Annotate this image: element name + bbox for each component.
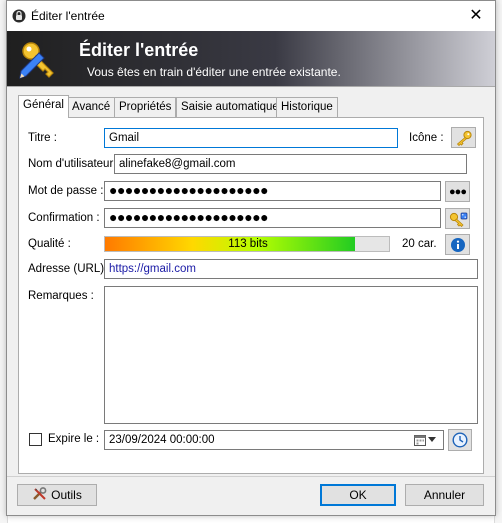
tab-properties[interactable]: Propriétés [114,97,177,117]
key-icon [456,130,472,146]
header-banner: Éditer l'entrée Vous êtes en train d'édi… [7,31,495,87]
quality-info-button[interactable] [445,234,470,255]
info-icon [450,237,465,252]
title-bar[interactable]: Éditer l'entrée ✕ [7,1,495,31]
expiry-presets-button[interactable] [448,429,472,451]
reveal-password-button[interactable]: ●●● [445,181,470,202]
password-input[interactable]: ●●●●●●●●●●●●●●●●●●●● [104,181,441,201]
quality-bits-text: 113 bits [228,238,268,250]
expire-label: Expire le : [48,433,100,445]
chevron-down-icon [428,437,436,442]
username-label: Nom d'utilisateur : [28,158,120,170]
url-label: Adresse (URL) : [28,263,111,275]
tools-button[interactable]: Outils [17,484,97,506]
tab-general[interactable]: Général [18,95,69,118]
tab-history[interactable]: Historique [276,97,338,117]
url-input[interactable]: https://gmail.com [104,259,478,279]
calendar-icon [414,435,426,446]
cancel-button[interactable]: Annuler [405,484,484,506]
key-pencil-icon [19,42,54,79]
title-label: Titre : [28,132,57,144]
button-bar-separator [7,476,495,477]
notes-textarea[interactable] [104,286,478,424]
title-input[interactable]: Gmail [104,128,398,148]
quality-bar: 113 bits [104,236,390,252]
username-input[interactable]: alinefake8@gmail.com [114,154,467,174]
password-generator-button[interactable] [445,208,470,229]
expire-checkbox[interactable] [29,433,42,446]
banner-title: Éditer l'entrée [79,40,199,60]
clock-icon [452,432,468,448]
window-title: Éditer l'entrée [31,9,105,23]
confirm-label: Confirmation : [28,212,100,224]
lock-icon [12,9,26,23]
quality-label: Qualité : [28,238,71,250]
tab-advanced[interactable]: Avancé [67,97,116,117]
character-count: 20 car. [402,238,437,250]
expire-date-input[interactable]: 23/09/2024 00:00:00 [104,430,444,450]
password-label: Mot de passe : [28,185,104,197]
date-picker-dropdown[interactable] [414,433,440,447]
tab-auto-type[interactable]: Saisie automatique [176,97,284,117]
expire-date-value: 23/09/2024 00:00:00 [109,434,215,446]
tools-button-label: Outils [51,488,82,502]
notes-label: Remarques : [28,290,94,302]
icon-picker-button[interactable] [451,127,476,148]
edit-entry-dialog: Éditer l'entrée ✕ Éditer l'entrée Vous ê… [6,0,496,516]
tools-icon [33,487,47,500]
banner-subtitle: Vous êtes en train d'éditer une entrée e… [87,65,341,79]
close-button[interactable]: ✕ [463,5,489,27]
key-generator-icon [449,212,467,227]
ok-button[interactable]: OK [320,484,396,506]
icon-label: Icône : [409,132,444,144]
confirm-password-input[interactable]: ●●●●●●●●●●●●●●●●●●●● [104,208,441,228]
